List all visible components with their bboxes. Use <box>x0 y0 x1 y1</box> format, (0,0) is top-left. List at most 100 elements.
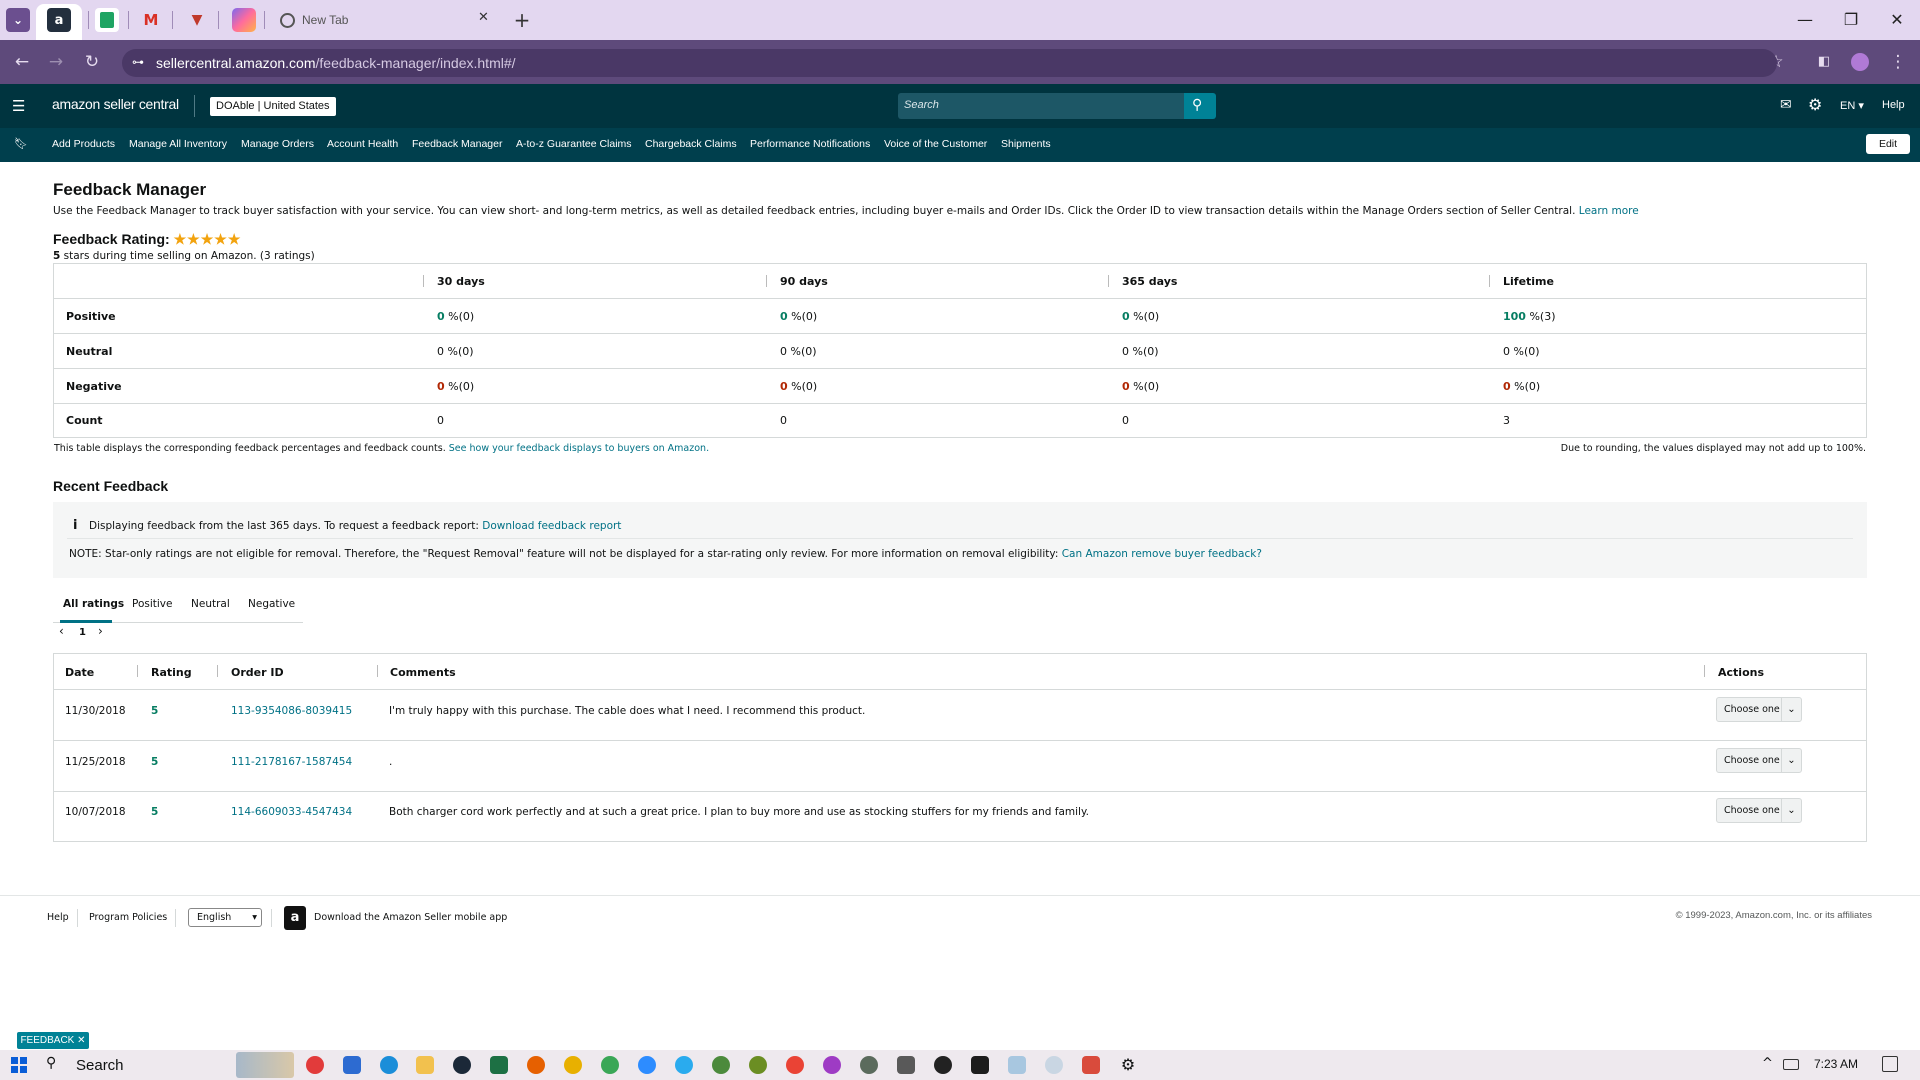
chrome-icon[interactable] <box>564 1056 582 1074</box>
search-input[interactable]: Search <box>898 93 1184 119</box>
excel-icon[interactable] <box>490 1056 508 1074</box>
column-header-actions: Actions <box>1718 666 1764 679</box>
action-dropdown[interactable]: Choose one ⌄ <box>1716 748 1802 773</box>
app-icon[interactable] <box>1082 1056 1100 1074</box>
order-id-link[interactable]: 114-6609033-4547434 <box>231 806 352 818</box>
nav-feedback-manager[interactable]: Feedback Manager <box>412 138 502 150</box>
nav-a-to-z-claims[interactable]: A-to-z Guarantee Claims <box>516 138 632 150</box>
edge-icon[interactable] <box>380 1056 398 1074</box>
tab-search-icon[interactable]: ⌄ <box>6 8 30 32</box>
close-tab-icon[interactable]: ✕ <box>478 10 489 25</box>
chrome-icon[interactable] <box>601 1056 619 1074</box>
page-number[interactable]: 1 <box>79 627 86 638</box>
new-tab-icon[interactable]: + <box>510 8 534 32</box>
minimize-icon[interactable]: — <box>1790 8 1820 32</box>
file-explorer-icon[interactable] <box>416 1056 434 1074</box>
feedback-button[interactable]: FEEDBACK ✕ <box>17 1032 89 1049</box>
action-dropdown-label: Choose one <box>1724 755 1780 766</box>
taskbar-search[interactable]: ⚲ Search <box>36 1052 216 1078</box>
language-selector[interactable]: EN ▾ <box>1840 99 1864 112</box>
hamburger-menu-icon[interactable]: ☰ <box>12 97 25 115</box>
app-icon[interactable] <box>343 1056 361 1074</box>
seller-central-logo[interactable]: amazon seller central <box>52 96 179 112</box>
order-id-link[interactable]: 111-2178167-1587454 <box>231 756 352 768</box>
windows-start-icon[interactable] <box>11 1057 27 1073</box>
mail-icon[interactable]: ✉ <box>1780 97 1792 113</box>
side-panel-icon[interactable]: ◧ <box>1812 50 1836 74</box>
nav-manage-all-inventory[interactable]: Manage All Inventory <box>129 138 227 150</box>
app-icon[interactable] <box>306 1056 324 1074</box>
remove-feedback-link[interactable]: Can Amazon remove buyer feedback? <box>1062 548 1262 560</box>
language-select[interactable]: English ▾ <box>188 908 262 927</box>
search-button[interactable]: ⚲ <box>1184 93 1216 119</box>
marketplace-switcher[interactable]: DOAble | United States <box>210 97 336 116</box>
program-policies-link[interactable]: Program Policies <box>89 912 167 923</box>
browser-menu-icon[interactable]: ⋮ <box>1886 50 1910 74</box>
url-text[interactable]: sellercentral.amazon.com/feedback-manage… <box>156 52 516 74</box>
site-info-icon[interactable]: ⊶ <box>132 55 144 69</box>
info-alert: i Displaying feedback from the last 365 … <box>53 502 1867 578</box>
battery-icon[interactable] <box>1783 1059 1799 1070</box>
app-icon[interactable] <box>971 1056 989 1074</box>
nav-voice-of-the-customer[interactable]: Voice of the Customer <box>884 138 987 150</box>
chrome-icon[interactable] <box>823 1056 841 1074</box>
amazon-app-icon[interactable]: a <box>284 906 306 930</box>
chrome-icon[interactable] <box>786 1056 804 1074</box>
tab-new-tab[interactable]: New Tab ✕ <box>270 6 498 36</box>
previous-page-icon[interactable]: ‹ <box>59 624 64 638</box>
chrome-icon[interactable] <box>860 1056 878 1074</box>
action-dropdown[interactable]: Choose one ⌄ <box>1716 798 1802 823</box>
nav-performance-notifications[interactable]: Performance Notifications <box>750 138 870 150</box>
tab-all-ratings[interactable]: All ratings <box>63 598 124 610</box>
nav-account-health[interactable]: Account Health <box>327 138 398 150</box>
edit-nav-button[interactable]: Edit <box>1866 134 1910 154</box>
chrome-icon[interactable] <box>712 1056 730 1074</box>
nav-shipments[interactable]: Shipments <box>1001 138 1051 150</box>
bookmark-icon[interactable]: 🔖︎ <box>14 137 28 150</box>
action-dropdown[interactable]: Choose one ⌄ <box>1716 697 1802 722</box>
notifications-icon[interactable] <box>1882 1056 1898 1072</box>
nav-add-products[interactable]: Add Products <box>52 138 115 150</box>
clickup-icon[interactable] <box>232 8 256 32</box>
row-label-negative: Negative <box>66 380 122 393</box>
next-page-icon[interactable]: › <box>98 624 103 638</box>
nav-chargeback-claims[interactable]: Chargeback Claims <box>645 138 737 150</box>
restore-icon[interactable]: ❐ <box>1836 8 1866 32</box>
profile-avatar[interactable] <box>1851 53 1869 71</box>
app-icon[interactable] <box>1008 1056 1026 1074</box>
zoom-icon[interactable] <box>638 1056 656 1074</box>
firefox-icon[interactable] <box>527 1056 545 1074</box>
gmail-icon[interactable]: M <box>139 8 163 32</box>
clock[interactable]: 7:23 AM <box>1814 1057 1858 1071</box>
settings-gear-icon[interactable]: ⚙ <box>1808 95 1822 114</box>
chrome-icon[interactable] <box>749 1056 767 1074</box>
app-icon[interactable] <box>1045 1056 1063 1074</box>
row-divider <box>54 740 1866 741</box>
learn-more-link[interactable]: Learn more <box>1579 205 1639 217</box>
close-window-icon[interactable]: ✕ <box>1882 8 1912 32</box>
tab-sheets[interactable] <box>95 8 119 32</box>
telegram-icon[interactable] <box>675 1056 693 1074</box>
steam-icon[interactable] <box>453 1056 471 1074</box>
feedback-display-link[interactable]: See how your feedback displays to buyers… <box>449 443 709 454</box>
chevron-up-icon[interactable]: ^ <box>1762 1056 1773 1071</box>
help-link[interactable]: Help <box>1882 99 1905 111</box>
back-icon[interactable]: ← <box>10 50 34 74</box>
forward-icon[interactable]: → <box>44 50 68 74</box>
tab-divider <box>264 11 265 29</box>
order-id-link[interactable]: 113-9354086-8039415 <box>231 705 352 717</box>
tab-negative[interactable]: Negative <box>248 598 295 610</box>
todoist-icon[interactable]: ▼ <box>185 8 209 32</box>
app-icon[interactable] <box>934 1056 952 1074</box>
reload-icon[interactable]: ↻ <box>80 50 104 74</box>
tab-neutral[interactable]: Neutral <box>191 598 230 610</box>
footer-help-link[interactable]: Help <box>47 912 69 923</box>
nav-manage-orders[interactable]: Manage Orders <box>241 138 314 150</box>
mobile-app-link[interactable]: Download the Amazon Seller mobile app <box>314 912 507 923</box>
action-dropdown-label: Choose one <box>1724 704 1780 715</box>
download-report-link[interactable]: Download feedback report <box>482 520 621 532</box>
column-divider <box>766 275 767 287</box>
settings-gear-icon[interactable]: ⚙ <box>1119 1056 1137 1074</box>
calculator-icon[interactable] <box>897 1056 915 1074</box>
tab-positive[interactable]: Positive <box>132 598 172 610</box>
